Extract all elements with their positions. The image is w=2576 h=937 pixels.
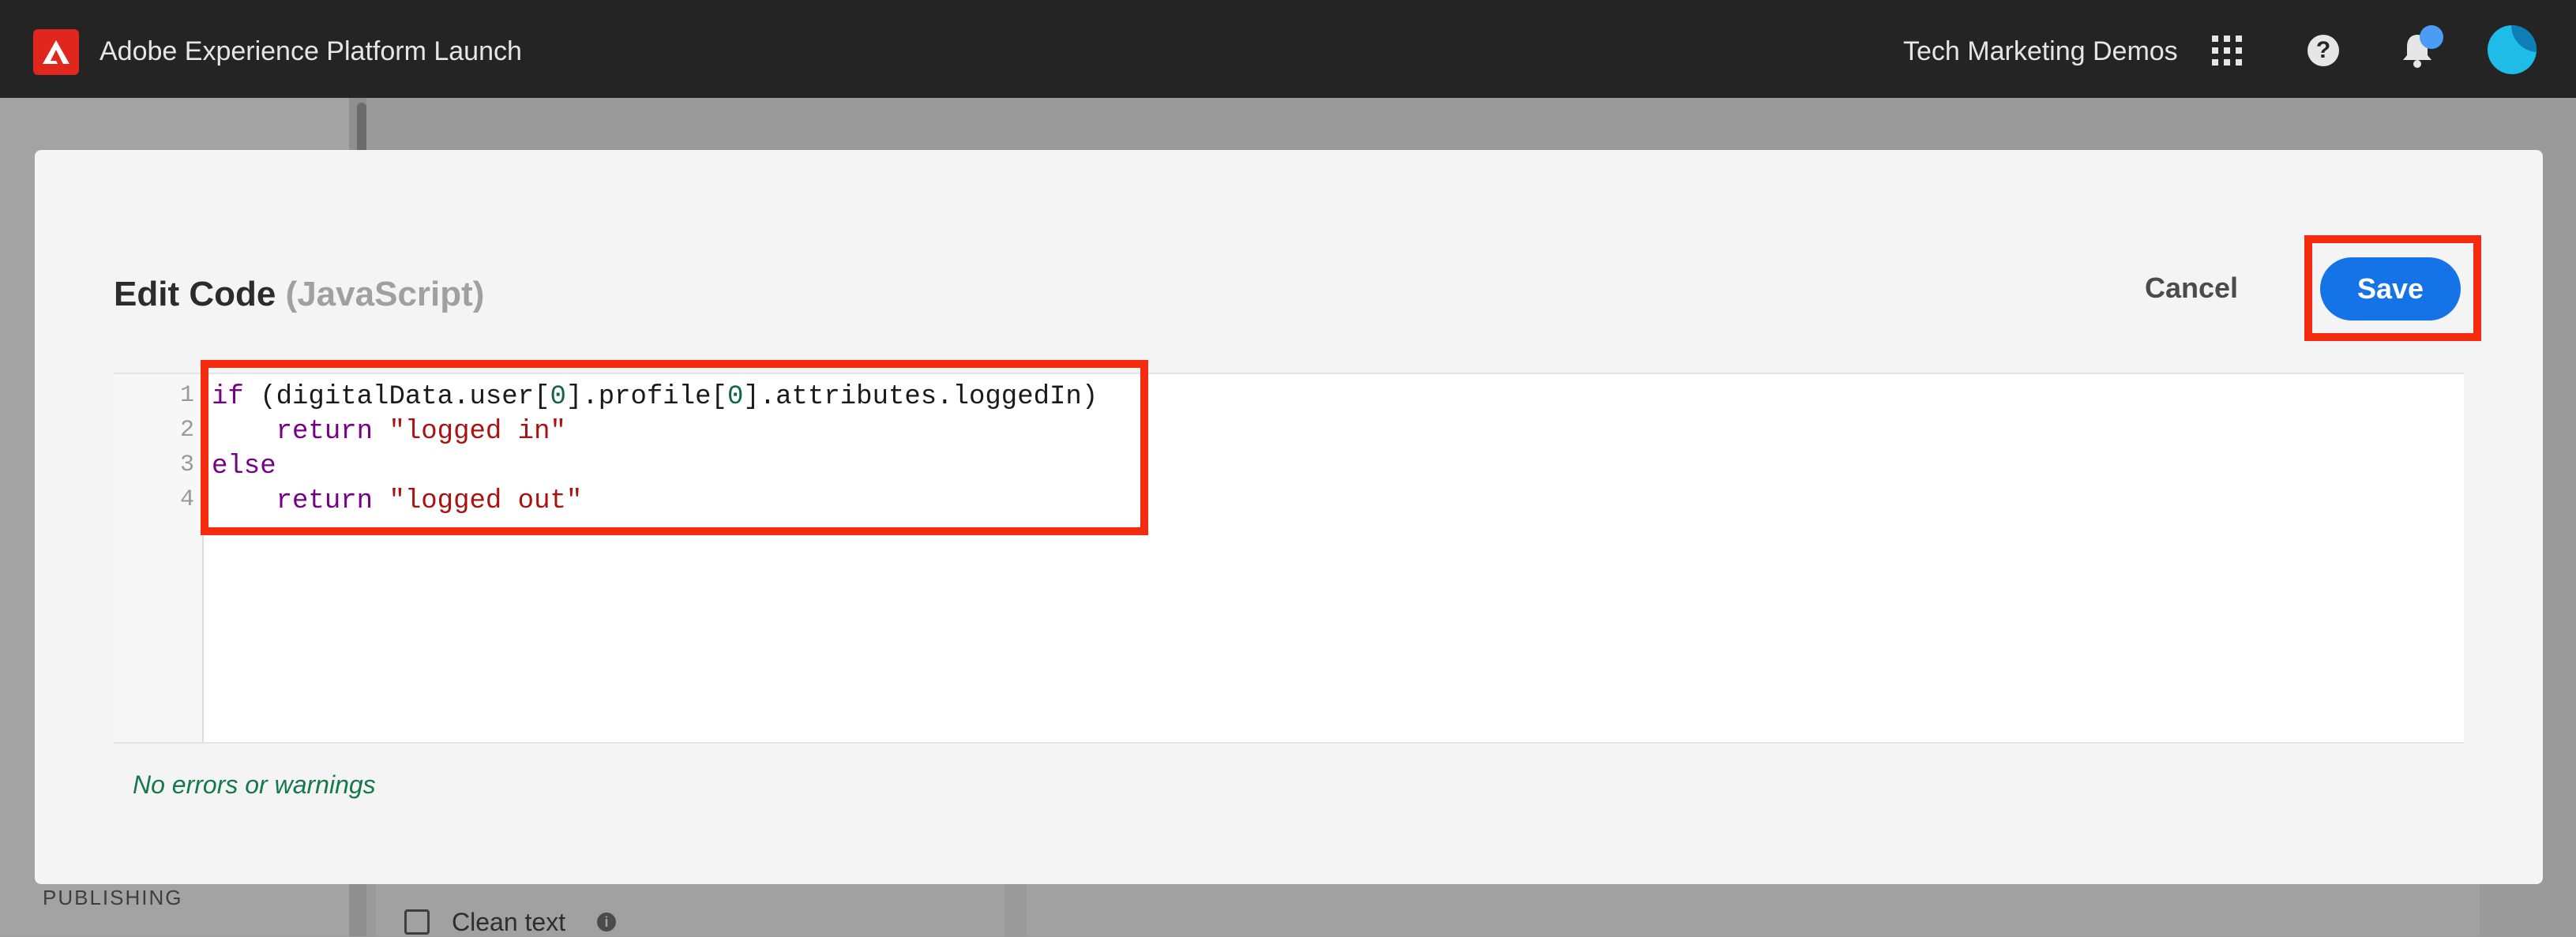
dialog-title-language: (JavaScript) [285, 275, 485, 313]
notification-badge [2420, 25, 2443, 49]
background-right-panel [1027, 876, 2480, 936]
sidebar-section-publishing: PUBLISHING [43, 886, 183, 909]
apps-grid-icon[interactable] [2211, 35, 2243, 66]
clean-text-checkbox [404, 909, 430, 935]
line-number: 3 [179, 452, 194, 478]
code-editor[interactable]: 1 2 3 4 if (digitalData.user[0].profile[… [114, 373, 2464, 744]
line-number-gutter: 1 2 3 4 [114, 374, 204, 742]
line-number: 2 [179, 417, 194, 444]
dialog-title: Edit Code (JavaScript) [114, 275, 484, 314]
top-app-bar: Adobe Experience Platform Launch Tech Ma… [0, 0, 2576, 98]
cancel-button[interactable]: Cancel [2145, 272, 2238, 305]
info-icon: i [597, 913, 616, 931]
edit-code-dialog: Edit Code (JavaScript) Cancel Save 1 2 3… [35, 150, 2543, 884]
code-line[interactable]: return "logged in" [212, 417, 566, 447]
code-line[interactable]: return "logged out" [212, 486, 583, 516]
clean-text-label: Clean text [452, 908, 566, 936]
code-line[interactable]: else [212, 452, 276, 482]
line-number: 1 [179, 382, 194, 409]
save-button[interactable]: Save [2320, 257, 2461, 320]
line-number: 4 [179, 486, 194, 513]
avatar[interactable] [2488, 25, 2537, 74]
help-icon[interactable]: ? [2308, 35, 2339, 66]
code-line[interactable]: if (digitalData.user[0].profile[0].attri… [212, 382, 1098, 412]
adobe-logo-icon[interactable] [33, 29, 79, 75]
lint-status: No errors or warnings [133, 770, 376, 799]
app-title: Adobe Experience Platform Launch [100, 36, 522, 66]
org-switcher[interactable]: Tech Marketing Demos [1903, 36, 2178, 67]
dialog-title-text: Edit Code [114, 275, 276, 313]
